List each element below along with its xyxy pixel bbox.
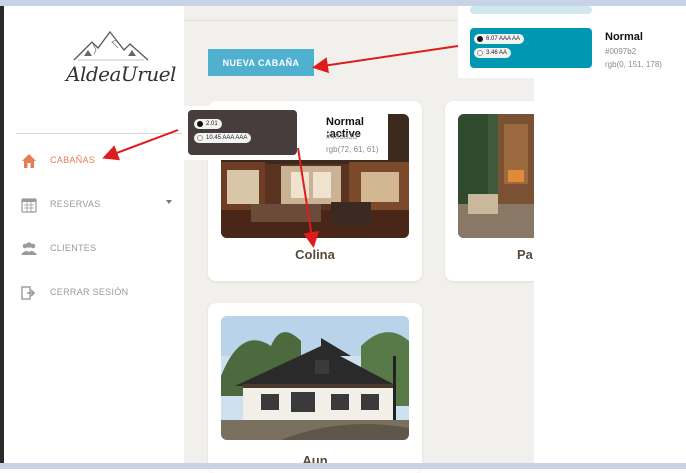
annotation-arrows — [102, 45, 459, 248]
arrow-to-new-button — [312, 45, 459, 74]
arrow-to-card-title — [297, 147, 320, 248]
browser-bottom-strip — [0, 463, 686, 469]
arrow-to-sidebar-item — [102, 129, 179, 161]
